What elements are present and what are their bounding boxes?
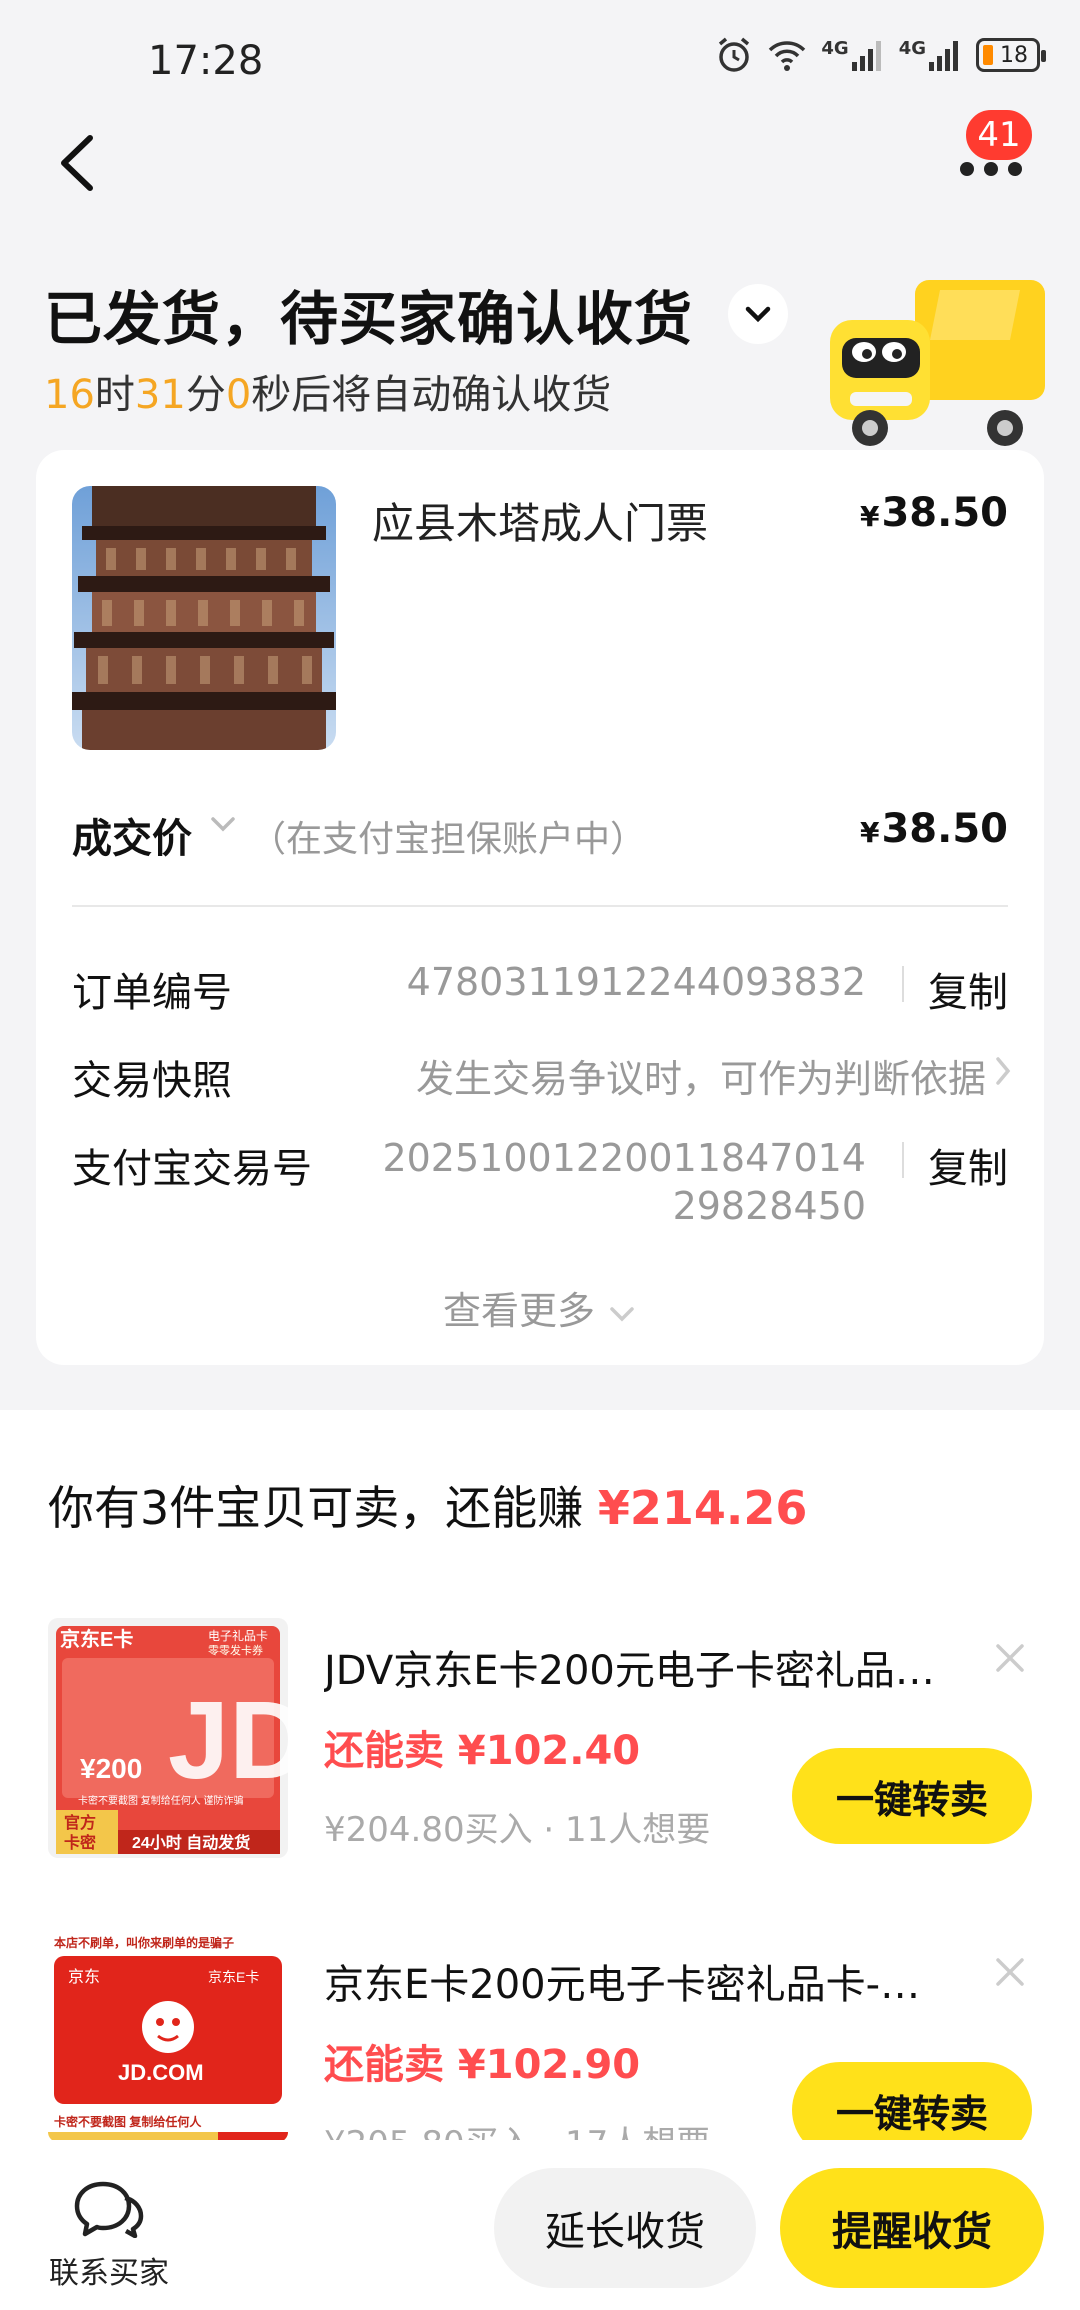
see-more-label: 查看更多: [442, 1289, 595, 1333]
currency-symbol: ¥: [859, 500, 880, 533]
battery-level: 18: [1000, 42, 1028, 68]
recommend-title-text: 你有3件宝贝可卖，还能赚: [48, 1481, 584, 1535]
wifi-icon: [767, 38, 807, 72]
more-dots-icon: [960, 162, 1022, 176]
chevron-down-icon[interactable]: [208, 812, 238, 840]
thumb-strip: 24小时 自动发货: [132, 1833, 250, 1852]
thumb-brand: 京东E卡: [60, 1627, 133, 1651]
thumb-top-note: 本店不刷单，叫你来刷单的是骗子: [54, 1935, 234, 1950]
bottom-action-bar: 联系买家 延长收货 提醒收货: [0, 2140, 1080, 2310]
signal-icon: 4G: [899, 38, 962, 72]
product-thumbnail[interactable]: [72, 486, 336, 750]
trade-snapshot-value[interactable]: 发生交易争议时，可作为判断依据: [416, 1048, 986, 1103]
divider: [72, 905, 1008, 907]
product-price-value: 38.50: [881, 490, 1008, 536]
thumb-subtag: 零零发卡券: [208, 1643, 263, 1657]
thumb-note: 卡密不要截图 复制给任何人 谨防诈骗: [78, 1794, 244, 1807]
alipay-trade-number-line1: 20251001220011847014: [382, 1136, 866, 1180]
item-meta: ¥204.80买入 · 11人想要: [324, 1810, 711, 1850]
item-title[interactable]: JDV京东E卡200元电子卡密礼品卡-京东E卡: [324, 1638, 944, 1696]
thumb-badge1: 官方: [64, 1813, 96, 1832]
close-icon[interactable]: [990, 1952, 1030, 1992]
resell-price: 还能卖 ¥102.40: [324, 1728, 641, 1774]
thumb-tag: 京东E卡: [208, 1969, 259, 1985]
copy-alipay-number-button[interactable]: 复制: [928, 1136, 1008, 1194]
countdown-hours: 16: [44, 372, 95, 418]
deal-price-value: 38.50: [881, 806, 1008, 852]
alarm-icon: [715, 36, 753, 74]
countdown-seconds: 0: [225, 372, 252, 418]
countdown-minutes-unit: 分: [185, 372, 226, 418]
item-title[interactable]: 京东E卡200元电子卡密礼品卡-京东E卡: [324, 1952, 944, 2010]
delivery-truck-illustration: [820, 270, 1050, 450]
currency-symbol: ¥: [859, 816, 880, 849]
alipay-trade-number-value: 20251001220011847014 29828450: [382, 1134, 866, 1230]
contact-buyer-label: 联系买家: [49, 2256, 169, 2291]
thumb-badge2: 卡密: [64, 1833, 96, 1852]
trade-snapshot-label[interactable]: 交易快照: [72, 1048, 232, 1106]
separator: [902, 966, 904, 1002]
close-icon[interactable]: [990, 1638, 1030, 1678]
countdown-minutes: 31: [134, 372, 186, 418]
thumb-logo-text: JD.COM: [118, 2060, 204, 2085]
svg-text:JD: JD: [168, 1679, 288, 1802]
deal-price-label[interactable]: 成交价: [72, 806, 192, 864]
status-time: 17:28: [148, 38, 264, 84]
status-expand-button[interactable]: [728, 284, 788, 344]
message-count-badge: 41: [962, 106, 1036, 164]
escrow-note: （在支付宝担保账户中）: [250, 819, 647, 860]
thumb-brand: 京东: [68, 1968, 100, 1986]
contact-buyer-button[interactable]: 联系买家: [44, 2178, 174, 2292]
auto-confirm-countdown: 16时31分0秒后将自动确认收货: [44, 362, 611, 420]
signal-icon: 4G: [821, 38, 884, 72]
copy-order-number-button[interactable]: 复制: [928, 960, 1008, 1018]
chevron-down-icon: [610, 1306, 634, 1321]
separator: [902, 1142, 904, 1178]
see-more-button[interactable]: 查看更多: [36, 1280, 1044, 1335]
recommend-title-amount: ¥214.26: [597, 1481, 808, 1535]
one-click-resell-button[interactable]: 一键转卖: [792, 1748, 1032, 1844]
recommend-title: 你有3件宝贝可卖，还能赚 ¥214.26: [48, 1472, 807, 1538]
deal-price: ¥38.50: [860, 806, 1008, 852]
product-name[interactable]: 应县木塔成人门票: [372, 490, 708, 551]
countdown-hours-unit: 时: [94, 372, 135, 418]
thumb-tag: 电子礼品卡: [208, 1628, 268, 1643]
product-price: ¥38.50: [860, 490, 1008, 536]
chat-icon: [74, 2181, 144, 2239]
alipay-trade-number-label: 支付宝交易号: [72, 1146, 312, 1192]
jd-ecard-thumbnail[interactable]: 本店不刷单，叫你来刷单的是骗子 京东 京东E卡 JD.COM 卡密不要截图 复制…: [48, 1932, 288, 2142]
order-number-label: 订单编号: [72, 970, 232, 1016]
net-type-label: 4G: [898, 38, 926, 59]
status-bar: 17:28 4G 4G 18: [0, 0, 1080, 120]
net-type-label: 4G: [821, 38, 849, 59]
back-button[interactable]: [48, 128, 108, 198]
countdown-tail: 秒后将自动确认收货: [251, 372, 612, 418]
chevron-down-icon: [745, 306, 771, 323]
thumb-note: 卡密不要截图 复制给任何人: [54, 2114, 202, 2129]
more-menu-button[interactable]: 41: [950, 106, 1040, 190]
battery-icon: 18: [976, 38, 1046, 72]
remind-receipt-button[interactable]: 提醒收货: [780, 2168, 1044, 2288]
order-status-title: 已发货，待买家确认收货: [44, 285, 694, 353]
list-item[interactable]: 京东E卡 电子礼品卡 零零发卡券 JD ¥200 卡密不要截图 复制给任何人 谨…: [0, 1618, 1080, 1918]
chevron-right-icon[interactable]: [992, 1054, 1014, 1092]
alipay-trade-number-line2: 29828450: [672, 1184, 866, 1228]
jd-ecard-thumbnail[interactable]: 京东E卡 电子礼品卡 零零发卡券 JD ¥200 卡密不要截图 复制给任何人 谨…: [48, 1618, 288, 1858]
resell-price: 还能卖 ¥102.90: [324, 2042, 641, 2088]
order-card: 应县木塔成人门票 ¥38.50 成交价 （在支付宝担保账户中） ¥38.50 订…: [36, 450, 1044, 1365]
back-arrow-icon: [61, 135, 93, 191]
order-number-value: 4780311912244093832: [406, 960, 866, 1004]
extend-receipt-button[interactable]: 延长收货: [494, 2168, 756, 2288]
status-icons: 4G 4G 18: [715, 36, 1046, 74]
thumb-value: ¥200: [80, 1753, 142, 1784]
